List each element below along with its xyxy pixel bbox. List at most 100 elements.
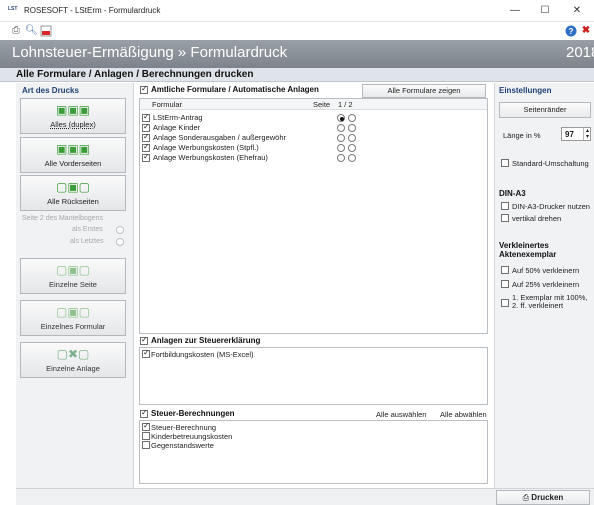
form-row[interactable]: LStErm-Antrag	[140, 112, 487, 123]
vertical-rotate-checkbox[interactable]	[501, 214, 509, 222]
page-2-radio[interactable]	[348, 124, 356, 132]
column-formular: Formular	[152, 100, 183, 109]
length-spinner[interactable]: 97 ▴ ▾	[561, 127, 591, 141]
page-1-radio[interactable]	[337, 134, 345, 142]
print-type-title: Art des Drucks	[22, 86, 79, 95]
calculation-row[interactable]: Gegenstandswerte	[140, 441, 487, 450]
section-header: Alle Formulare / Anlagen / Berechnungen …	[0, 68, 594, 82]
form-row[interactable]: Anlage Kinder	[140, 122, 487, 133]
page-margins-button[interactable]: Seitenränder	[499, 102, 591, 118]
page-2-radio[interactable]	[348, 154, 356, 162]
calculation-row-checkbox[interactable]	[142, 421, 150, 431]
mantel-label: Seite 2 des Mantelbogens	[22, 215, 103, 222]
form-row-label: LStErm-Antrag	[153, 113, 203, 122]
page-1-radio[interactable]	[337, 144, 345, 152]
forms-column-header: Formular Seite 1 / 2	[140, 99, 487, 110]
form-row-checkbox[interactable]	[142, 152, 150, 162]
dina3-title: DIN-A3	[499, 189, 526, 198]
select-all-link[interactable]: Alle auswählen	[376, 410, 426, 419]
print-button[interactable]: ⎙ Drucken	[496, 490, 590, 505]
print-type-panel: Art des Drucks ▣▣▣ Alles (duplex) ▣▣▣ Al…	[16, 83, 134, 490]
form-row-checkbox[interactable]	[142, 142, 150, 152]
settings-panel: Einstellungen Seitenränder Länge in % 97…	[494, 83, 594, 488]
page-1-radio[interactable]	[337, 124, 345, 132]
pdf-icon[interactable]	[40, 25, 52, 37]
vertical-rotate-label: vertikal drehen	[512, 214, 562, 223]
app-icon: LST	[8, 6, 18, 12]
anlagen-header: Anlagen zur Steuererklärung	[151, 336, 261, 345]
page-2-radio[interactable]	[348, 144, 356, 152]
calculations-list: Steuer-BerechnungKinderbetreuungskostenG…	[139, 420, 488, 484]
page-banner: Lohnsteuer-Ermäßigung » Formulardruck 20…	[0, 40, 594, 68]
first-label: als Erstes	[72, 226, 103, 233]
steuer-checkbox[interactable]	[140, 408, 148, 418]
printer-icon: ⎙	[522, 493, 532, 502]
back-pages-icon: ▢▣▢	[56, 180, 91, 194]
reduce-25-checkbox[interactable]	[501, 280, 509, 288]
attachment-row[interactable]: Fortbildungskosten (MS-Excel)	[140, 348, 487, 359]
calculation-row-checkbox[interactable]	[142, 432, 150, 440]
form-row[interactable]: Anlage Werbungskosten (Ehefrau)	[140, 152, 487, 163]
print-single-attachment-button[interactable]: ▢✖▢ Einzelne Anlage	[20, 342, 126, 378]
form-row-checkbox[interactable]	[142, 112, 150, 122]
first-copy-checkbox[interactable]	[501, 299, 509, 307]
anlagen-checkbox[interactable]	[140, 335, 148, 345]
preview-icon[interactable]: 🔍︎	[25, 25, 38, 37]
show-all-forms-button[interactable]: Alle Formulare zeigen	[362, 84, 486, 98]
calculation-row-label: Gegenstandswerte	[151, 441, 214, 450]
amtliche-header: Amtliche Formulare / Automatische Anlage…	[151, 85, 319, 94]
page-2-radio[interactable]	[348, 114, 356, 122]
close-button[interactable]: ✕	[562, 2, 592, 20]
attachment-row-checkbox[interactable]	[142, 348, 150, 358]
print-all-duplex-button[interactable]: ▣▣▣ Alles (duplex)	[20, 98, 126, 134]
form-row-checkbox[interactable]	[142, 122, 150, 132]
print-button-label: Drucken	[531, 493, 564, 502]
print-single-page-button[interactable]: ▢▣▢ Einzelne Seite	[20, 258, 126, 294]
window-title: ROSESOFT - LStErm - Formulardruck	[24, 6, 161, 15]
calculation-row-checkbox[interactable]	[142, 441, 150, 449]
print-back-pages-button[interactable]: ▢▣▢ Alle Rückseiten	[20, 175, 126, 211]
exit-icon[interactable]: ✖	[580, 25, 592, 37]
form-row[interactable]: Anlage Sonderausgaben / außergewöhr	[140, 132, 487, 143]
print-front-pages-button[interactable]: ▣▣▣ Alle Vorderseiten	[20, 137, 126, 173]
page-1-radio[interactable]	[337, 154, 345, 162]
standard-switch-label: Standard-Umschaltung	[512, 159, 589, 168]
column-pages: 1 / 2	[338, 100, 353, 109]
reduced-copy-title: Verkleinertes Aktenexemplar	[499, 241, 557, 259]
first-radio[interactable]	[116, 226, 124, 234]
form-row-label: Anlage Sonderausgaben / außergewöhr	[153, 133, 287, 142]
calculation-row[interactable]: Steuer-Berechnung	[140, 421, 487, 432]
single-form-icon: ▢▣▢	[56, 305, 91, 319]
front-pages-icon: ▣▣▣	[56, 142, 91, 156]
maximize-button[interactable]: ☐	[530, 2, 560, 20]
dina3-printer-label: DIN-A3-Drucker nutzen	[512, 202, 590, 211]
page-1-radio[interactable]	[337, 114, 345, 122]
form-row[interactable]: Anlage Werbungskosten (Stpfl.)	[140, 142, 487, 153]
banner-year: 2018	[566, 44, 594, 61]
form-row-checkbox[interactable]	[142, 132, 150, 142]
excel-attachment-icon: ▢✖▢	[56, 347, 90, 361]
form-row-label: Anlage Kinder	[153, 123, 201, 132]
first-copy-label: 1. Exemplar mit 100%, 2. ff. verkleinert	[512, 293, 588, 310]
reduce-50-checkbox[interactable]	[501, 266, 509, 274]
printer-icon[interactable]: ⎙	[10, 25, 22, 37]
page-2-radio[interactable]	[348, 134, 356, 142]
section-title: Alle Formulare / Anlagen / Berechnungen …	[16, 69, 254, 80]
help-icon[interactable]: ?	[565, 25, 577, 37]
settings-title: Einstellungen	[499, 86, 552, 95]
svg-text:?: ?	[569, 27, 574, 36]
last-label: als Letztes	[70, 238, 104, 245]
forms-list: Formular Seite 1 / 2 LStErm-AntragAnlage…	[139, 98, 488, 334]
last-radio[interactable]	[116, 238, 124, 246]
standard-switch-checkbox[interactable]	[501, 159, 509, 167]
calculation-row-label: Kinderbetreuungskosten	[151, 432, 233, 441]
calculation-row[interactable]: Kinderbetreuungskosten	[140, 432, 487, 441]
dina3-printer-checkbox[interactable]	[501, 202, 509, 210]
spinner-arrows-icon[interactable]: ▴ ▾	[583, 128, 591, 140]
length-label: Länge in %	[503, 131, 541, 140]
reduce-25-label: Auf 25% verkleinern	[512, 280, 580, 289]
minimize-button[interactable]: —	[500, 2, 530, 20]
print-single-form-button[interactable]: ▢▣▢ Einzelnes Formular	[20, 300, 126, 336]
deselect-all-link[interactable]: Alle abwählen	[440, 410, 487, 419]
amtliche-checkbox[interactable]	[140, 84, 148, 94]
